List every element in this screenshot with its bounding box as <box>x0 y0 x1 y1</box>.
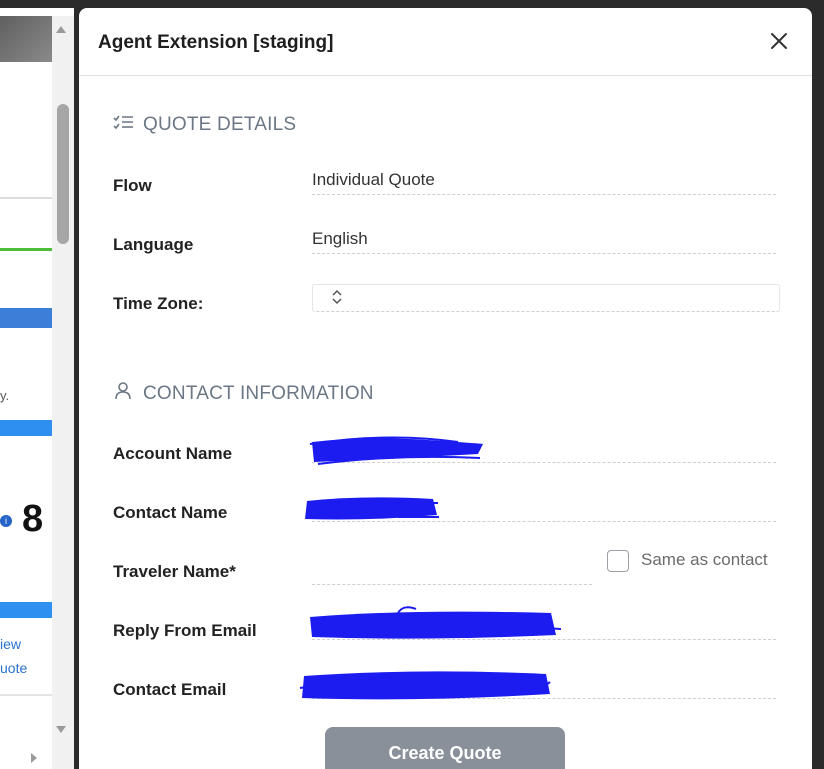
redaction-scribble <box>310 606 562 639</box>
reply-from-email-label: Reply From Email <box>113 621 257 640</box>
traveler-name-input[interactable] <box>312 560 592 585</box>
contact-name-label: Contact Name <box>113 503 228 522</box>
scroll-right-arrow-icon[interactable] <box>31 753 37 763</box>
traveler-name-label: Traveler Name* <box>113 562 236 581</box>
language-row: Language English <box>113 229 783 275</box>
section-heading-text: CONTACT INFORMATION <box>143 383 374 405</box>
flow-row: Flow Individual Quote <box>113 170 783 216</box>
background-text-fragment: y. <box>0 388 10 403</box>
scrollbar-thumb[interactable] <box>57 104 69 244</box>
agent-extension-panel: Agent Extension [staging] QUOTE DETAILS … <box>79 8 812 769</box>
redaction-scribble <box>305 497 439 520</box>
background-divider <box>0 694 52 696</box>
flow-select[interactable]: Individual Quote <box>312 170 776 195</box>
scroll-down-arrow-icon[interactable] <box>56 726 66 733</box>
list-checks-icon <box>113 113 135 137</box>
timezone-label: Time Zone: <box>113 294 204 313</box>
timezone-row: Time Zone: <box>113 284 783 334</box>
background-green-line <box>0 248 52 251</box>
background-page: y. i 8 iew uote <box>0 8 74 769</box>
background-banner-image <box>0 16 52 62</box>
reply-from-email-row: Reply From Email <box>113 606 783 661</box>
background-link[interactable]: uote <box>0 660 27 676</box>
background-link[interactable]: iew <box>0 636 21 652</box>
redaction-scribble <box>309 436 484 465</box>
background-big-number: 8 <box>22 498 44 540</box>
same-as-contact-checkbox[interactable] <box>607 550 629 572</box>
section-heading-text: QUOTE DETAILS <box>143 114 297 136</box>
contact-email-label: Contact Email <box>113 680 227 699</box>
background-blue-image-strip <box>0 308 52 328</box>
contact-name-row: Contact Name <box>113 497 783 543</box>
background-blue-bar[interactable] <box>0 602 52 618</box>
scroll-up-arrow-icon[interactable] <box>56 26 66 33</box>
account-name-label: Account Name <box>113 444 233 463</box>
account-name-row: Account Name <box>113 436 783 484</box>
panel-title: Agent Extension [staging] <box>98 32 334 53</box>
close-icon[interactable] <box>768 30 790 52</box>
quote-details-heading: QUOTE DETAILS <box>113 113 296 137</box>
contact-info-heading: CONTACT INFORMATION <box>113 381 374 407</box>
background-divider <box>0 197 52 199</box>
language-label: Language <box>113 235 194 254</box>
traveler-name-row: Traveler Name* Same as contact <box>113 550 783 602</box>
redaction-scribble <box>299 671 551 700</box>
chevron-up-down-icon <box>330 287 344 312</box>
background-blue-bar[interactable] <box>0 420 52 436</box>
contact-email-row: Contact Email <box>113 671 783 720</box>
flow-label: Flow <box>113 176 152 195</box>
info-icon: i <box>0 515 12 527</box>
create-quote-button[interactable]: Create Quote <box>325 727 565 769</box>
person-icon <box>113 381 135 407</box>
timezone-select[interactable] <box>312 284 780 312</box>
panel-header: Agent Extension [staging] <box>79 8 812 76</box>
same-as-contact-label: Same as contact <box>641 550 768 569</box>
language-select[interactable]: English <box>312 229 776 254</box>
